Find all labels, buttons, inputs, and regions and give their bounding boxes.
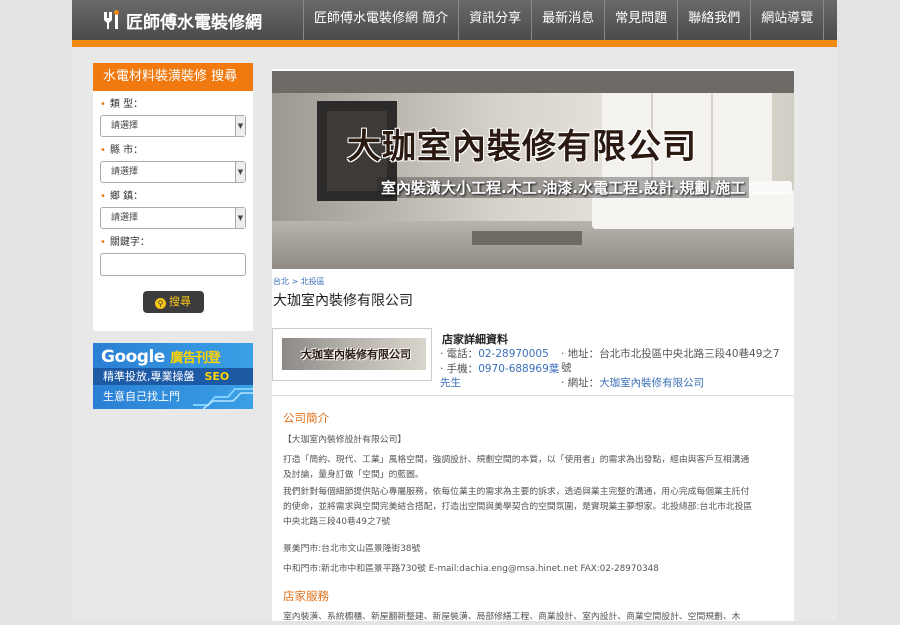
ad-line-3: 生意自己找上門 [103, 390, 180, 403]
bullet-icon: • [100, 145, 106, 156]
bullet-icon: • [100, 99, 106, 110]
nav-info-share[interactable]: 資訊分享 [458, 0, 531, 40]
nav-contact[interactable]: 聯絡我們 [677, 0, 750, 40]
town-label: • 鄉 鎮： [100, 191, 144, 202]
bullet-icon: • [100, 237, 106, 248]
nav-sitemap[interactable]: 網站導覽 [750, 0, 825, 40]
company-title: 大珈室內裝修有限公司 [273, 293, 413, 309]
search-button[interactable]: ⚲ 搜尋 [142, 291, 204, 313]
mobile-row-cont: 先生 [440, 377, 461, 389]
county-select[interactable]: 請選擇 ▼ [100, 161, 246, 183]
keyword-label: • 關鍵字： [100, 237, 150, 248]
nav-faq[interactable]: 常見問題 [604, 0, 677, 40]
services-heading: 店家服務 [283, 589, 329, 603]
intro-p3b: 的使命，並將需求與空間完美結合搭配，打造出空間與美學契合的空間氛圍，是實現業主夢… [283, 502, 753, 512]
main-content: 大珈室內裝修有限公司 室內裝潢大小工程.木工.油漆.水電工程.設計.規劃.施工 … [272, 69, 794, 622]
website-link[interactable]: 大珈室內裝修有限公司 [599, 377, 704, 389]
company-banner: 大珈室內裝修有限公司 室內裝潢大小工程.木工.油漆.水電工程.設計.規劃.施工 [272, 71, 794, 269]
address-row: · 地址：台北市北投區中央北路三段40巷49之7 [561, 348, 780, 360]
phone-row: · 電話：02-28970005 [440, 348, 549, 360]
wrench-logo-icon [104, 10, 119, 29]
keyword-input[interactable] [100, 253, 246, 276]
mobile-value[interactable]: 0970-688969葉 [478, 363, 559, 375]
intro-p2b: 及討論，量身訂做「空間」的藍圖。 [283, 470, 424, 480]
services-text: 室內裝潢、系統櫥櫃、新屋翻新整建、新屋裝潢、局部修繕工程、商業設計、室內設計、商… [283, 612, 741, 622]
living-room-photo [272, 71, 794, 269]
website-row: · 網址：大珈室內裝修有限公司 [561, 377, 705, 389]
header: 匠師傅水電裝修網 匠師傅水電裝修網 簡介 資訊分享 最新消息 常見問題 聯絡我們… [72, 0, 837, 40]
intro-p3c: 中央北路三段40巷49之7號 [283, 517, 391, 527]
address-value: 台北市北投區中央北路三段40巷49之7 [599, 348, 780, 360]
town-select[interactable]: 請選擇 ▼ [100, 207, 246, 229]
type-select[interactable]: 請選擇 ▼ [100, 115, 246, 137]
nav-about[interactable]: 匠師傅水電裝修網 簡介 [303, 0, 458, 40]
nav-news[interactable]: 最新消息 [531, 0, 604, 40]
dropdown-arrow-icon: ▼ [235, 162, 245, 182]
intro-p5: 中和門市:新北市中和區景平路730號 E-mail:dachia.eng@msa… [283, 564, 659, 574]
intro-p1: 【大珈室內裝修設計有限公司】 [283, 435, 407, 445]
google-ad-banner[interactable]: Google 廣告刊登 精準投放,專業操盤 SEO 生意自己找上門 [93, 343, 253, 409]
mobile-row: · 手機：0970-688969葉 [440, 363, 560, 375]
banner-title: 大珈室內裝修有限公司 [347, 127, 697, 167]
address-row-cont: 號 [561, 362, 572, 374]
search-panel: 水電材料裝潢裝修 搜尋 • 類 型： 請選擇 ▼ • 縣 市： 請選擇 ▼ • 鄉 鎮： … [93, 63, 253, 331]
company-intro-section: 公司簡介 【大珈室內裝修設計有限公司】 打造「簡約、現代、工業」風格空間，強調設… [272, 395, 794, 625]
breadcrumb[interactable]: 台北 > 北投區 [273, 276, 325, 287]
dropdown-arrow-icon: ▼ [235, 116, 245, 136]
ad-line-1: Google 廣告刊登 [101, 347, 221, 367]
company-thumbnail[interactable]: 大珈室內裝修有限公司 [272, 328, 432, 381]
bullet-icon: • [100, 191, 106, 202]
search-title: 水電材料裝潢裝修 搜尋 [93, 63, 253, 91]
banner-subtitle: 室內裝潢大小工程.木工.油漆.水電工程.設計.規劃.施工 [377, 177, 750, 198]
intro-p3a: 我們針對每個細節提供貼心專屬服務，依每位業主的需求為主要的訴求，透過與業主完整的… [283, 487, 750, 497]
thumbnail-image: 大珈室內裝修有限公司 [282, 338, 426, 370]
type-label: • 類 型： [100, 99, 144, 110]
site-logo[interactable]: 匠師傅水電裝修網 [100, 7, 262, 33]
header-accent-bar [72, 40, 837, 47]
sidebar: 水電材料裝潢裝修 搜尋 • 類 型： 請選擇 ▼ • 縣 市： 請選擇 ▼ • 鄉 鎮： … [93, 63, 253, 409]
page-body: 水電材料裝潢裝修 搜尋 • 類 型： 請選擇 ▼ • 縣 市： 請選擇 ▼ • 鄉 鎮： … [72, 47, 837, 622]
intro-heading: 公司簡介 [283, 411, 329, 425]
main-nav: 匠師傅水電裝修網 簡介 資訊分享 最新消息 常見問題 聯絡我們 網站導覽 [303, 0, 825, 40]
intro-p2a: 打造「簡約、現代、工業」風格空間，強調設計、規劃空間的本質，以「使用者」的需求為… [283, 455, 750, 465]
ad-line-2: 精準投放,專業操盤 SEO [93, 368, 253, 385]
intro-p4: 景美門市:台北市文山區景隆街38號 [283, 544, 421, 554]
search-icon: ⚲ [155, 298, 166, 309]
county-label: • 縣 市： [100, 145, 144, 156]
detail-title: 店家詳細資料 [442, 333, 508, 346]
logo-text: 匠師傅水電裝修網 [126, 12, 262, 33]
dropdown-arrow-icon: ▼ [235, 208, 245, 228]
phone-value[interactable]: 02-28970005 [478, 348, 549, 360]
circuit-decoration-icon [193, 388, 253, 409]
